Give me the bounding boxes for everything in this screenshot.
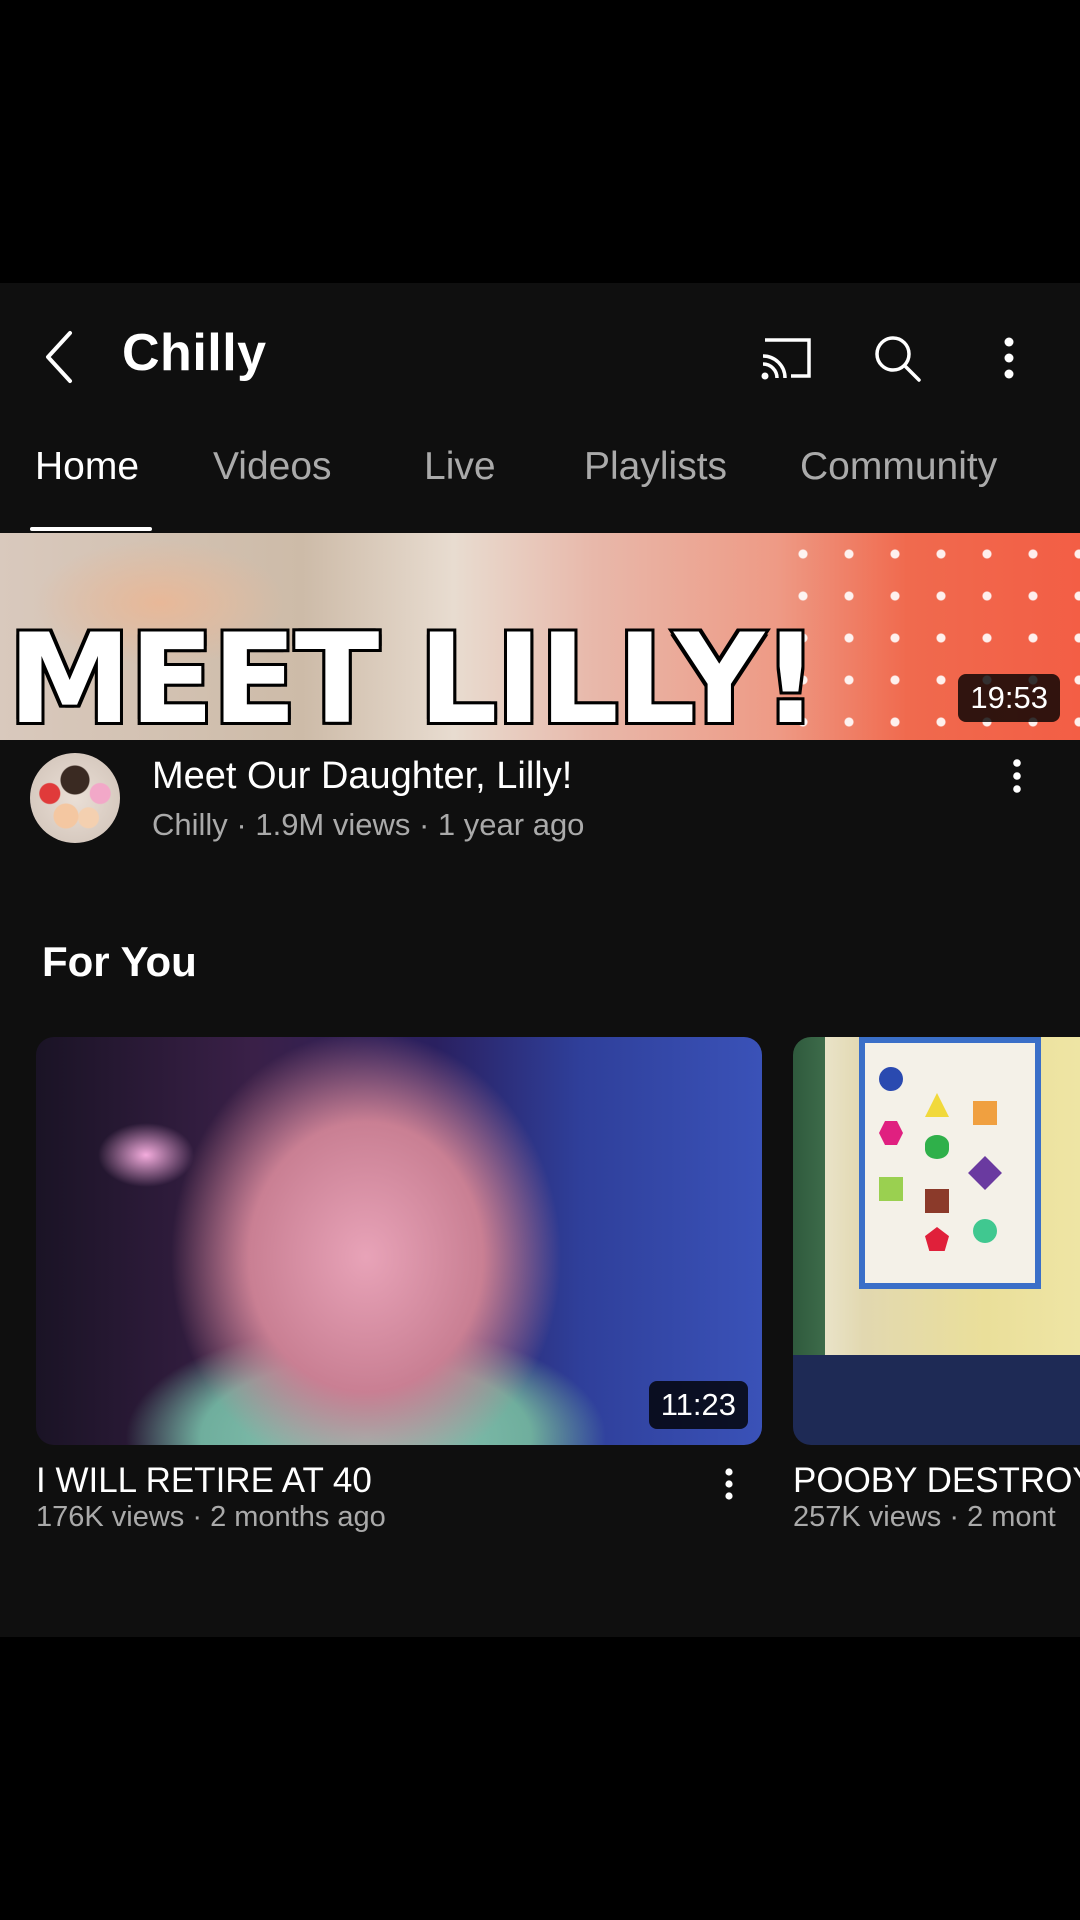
video-card[interactable]: 11:23 I WILL RETIRE AT 40 176K views · 2… bbox=[36, 1037, 762, 1533]
channel-avatar[interactable] bbox=[30, 753, 120, 843]
tab-community[interactable]: Community bbox=[800, 445, 997, 489]
shapes-poster-image bbox=[859, 1037, 1041, 1289]
video-title[interactable]: I WILL RETIRE AT 40 bbox=[36, 1461, 372, 1501]
channel-title: Chilly bbox=[122, 324, 267, 382]
top-app-bar: Chilly bbox=[0, 283, 1080, 433]
tab-home[interactable]: Home bbox=[35, 445, 139, 489]
tab-live[interactable]: Live bbox=[424, 445, 496, 489]
featured-video-info: Meet Our Daughter, Lilly! Chilly · 1.9M … bbox=[0, 753, 1080, 863]
video-thumbnail[interactable] bbox=[793, 1037, 1080, 1445]
video-title[interactable]: Meet Our Daughter, Lilly! bbox=[152, 755, 572, 798]
video-thumbnail[interactable]: 11:23 bbox=[36, 1037, 762, 1445]
thumbnail-caption: MEET LILLY! bbox=[5, 605, 822, 740]
video-card[interactable]: POOBY DESTROY 257K views · 2 mont bbox=[793, 1037, 1080, 1533]
search-icon bbox=[871, 332, 923, 389]
video-metadata: 257K views · 2 mont bbox=[793, 1501, 1056, 1533]
video-metadata: 176K views · 2 months ago bbox=[36, 1501, 386, 1533]
channel-page: Chilly Home Videos Live Playlists Commun… bbox=[0, 283, 1080, 1637]
back-arrow-icon bbox=[40, 329, 80, 390]
active-tab-indicator bbox=[30, 527, 152, 531]
section-title: For You bbox=[42, 938, 197, 985]
channel-tabs: Home Videos Live Playlists Community bbox=[0, 433, 1080, 534]
more-vert-icon bbox=[1003, 336, 1015, 385]
search-button[interactable] bbox=[862, 325, 932, 395]
back-button[interactable] bbox=[30, 329, 90, 389]
tab-videos[interactable]: Videos bbox=[213, 445, 332, 489]
video-duration-badge: 19:53 bbox=[958, 674, 1060, 722]
video-menu-button[interactable] bbox=[1002, 753, 1032, 803]
featured-video-thumbnail[interactable]: MEET LILLY! 19:53 bbox=[0, 533, 1080, 740]
cast-icon bbox=[759, 334, 815, 387]
more-vert-icon bbox=[724, 1467, 734, 1506]
video-title[interactable]: POOBY DESTROY bbox=[793, 1461, 1080, 1501]
video-menu-button[interactable] bbox=[714, 1461, 744, 1511]
more-vert-icon bbox=[1012, 758, 1022, 799]
tab-playlists[interactable]: Playlists bbox=[584, 445, 727, 489]
video-duration-badge: 11:23 bbox=[648, 1381, 748, 1429]
more-options-button[interactable] bbox=[974, 325, 1044, 395]
cast-button[interactable] bbox=[752, 325, 822, 395]
video-metadata: Chilly · 1.9M views · 1 year ago bbox=[152, 807, 585, 842]
